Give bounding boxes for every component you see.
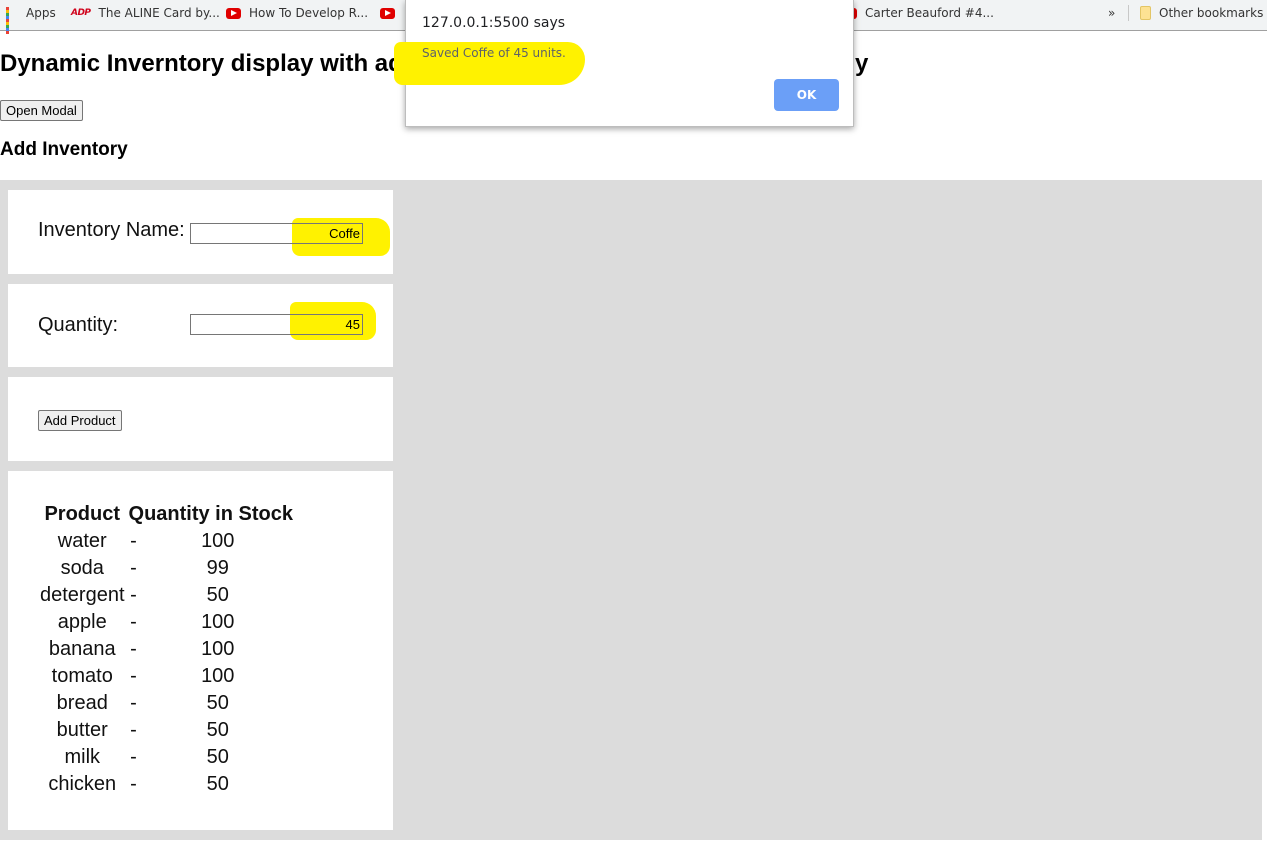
product-cell: tomato (51, 665, 113, 687)
inventory-table: Product Quantity in Stock water - 100 soda -… (38, 501, 295, 798)
separator-cell: - (130, 638, 137, 660)
add-product-button[interactable]: Add Product (38, 410, 122, 431)
bookmark-carter-beauford[interactable]: Carter Beauford #4... (842, 0, 994, 26)
add-inventory-heading: Add Inventory (0, 139, 128, 160)
table-row: detergent - 50 (38, 582, 295, 609)
bookmarks-divider (1128, 5, 1129, 21)
bookmarks-overflow-button[interactable]: » (1108, 0, 1115, 26)
quantity-cell: 100 (201, 665, 235, 687)
apps-grid-icon (6, 7, 18, 34)
bookmark-how-to-develop[interactable]: How To Develop R... (226, 0, 368, 26)
inventory-table-body: water -100 soda -99 detergent -50 apple -100 ban… (38, 528, 295, 798)
header-product: Product (44, 503, 121, 525)
youtube-icon (226, 7, 241, 19)
table-row: soda - 99 (38, 555, 295, 582)
quantity-cell: 50 (206, 719, 229, 741)
bookmark-apps[interactable]: Apps (6, 0, 56, 34)
bookmark-label: Other bookmarks (1159, 6, 1264, 20)
alert-dialog: 127.0.0.1:5500 says Saved Coffe of 45 un… (394, 0, 854, 127)
alert-title: 127.0.0.1:5500 says (422, 15, 566, 31)
quantity-cell: 50 (206, 746, 229, 768)
table-row: banana - 100 (38, 636, 295, 663)
product-cell: soda (60, 557, 104, 579)
page-title-visible: Dynamic Inverntory display with add (0, 50, 418, 77)
bookmark-aline-card[interactable]: ADP The ALINE Card by... (71, 0, 220, 26)
folder-icon (1140, 6, 1151, 20)
product-cell: butter (56, 719, 108, 741)
page-title-tail: y (855, 50, 869, 77)
table-row: water - 100 (38, 528, 295, 555)
product-cell: banana (48, 638, 116, 660)
youtube-icon (380, 7, 395, 19)
page-title: Dynamic Inverntory display with add y (0, 50, 868, 78)
quantity-cell: 50 (206, 584, 229, 606)
separator-cell: - (130, 665, 137, 687)
open-modal-button[interactable]: Open Modal (0, 100, 83, 121)
quantity-cell: 50 (206, 773, 229, 795)
product-cell: milk (64, 746, 101, 768)
header-quantity: Quantity in Stock (128, 503, 293, 525)
bookmark-youtube-hidden[interactable] (380, 0, 403, 26)
product-cell: apple (57, 611, 107, 633)
quantity-cell: 100 (201, 611, 235, 633)
separator-cell: - (130, 719, 137, 741)
quantity-panel: Quantity: (8, 284, 393, 367)
adp-logo-icon: ADP (71, 8, 91, 18)
quantity-cell: 100 (201, 530, 235, 552)
separator-cell: - (130, 773, 137, 795)
bookmark-apps-label: Apps (26, 6, 56, 20)
inventory-table-header: Product Quantity in Stock (38, 501, 295, 528)
product-cell: water (57, 530, 107, 552)
alert-message: Saved Coffe of 45 units. (422, 46, 566, 60)
quantity-cell: 100 (201, 638, 235, 660)
add-product-panel: Add Product (8, 377, 393, 461)
separator-cell: - (130, 530, 137, 552)
bookmark-label: How To Develop R... (249, 6, 369, 20)
table-row: apple - 100 (38, 609, 295, 636)
chevron-double-right-icon: » (1108, 6, 1116, 20)
table-row: milk - 50 (38, 744, 295, 771)
product-cell: chicken (48, 773, 117, 795)
quantity-label: Quantity: (38, 314, 119, 336)
separator-cell: - (130, 584, 137, 606)
table-row: chicken - 50 (38, 771, 295, 798)
inventory-name-input[interactable] (190, 223, 363, 244)
bookmark-label: Carter Beauford #4... (865, 6, 994, 20)
table-row: tomato - 100 (38, 663, 295, 690)
quantity-cell: 50 (206, 692, 229, 714)
inventory-name-label: Inventory Name: (38, 219, 185, 241)
bookmark-other-bookmarks[interactable]: Other bookmarks (1140, 0, 1263, 26)
product-cell: bread (56, 692, 108, 714)
table-row: bread - 50 (38, 690, 295, 717)
inventory-container: Inventory Name: Quantity: Add Product Pr… (0, 180, 1262, 840)
separator-cell: - (130, 692, 137, 714)
quantity-cell: 99 (206, 557, 229, 579)
product-cell: detergent (40, 584, 125, 606)
separator-cell: - (130, 611, 137, 633)
quantity-input[interactable] (190, 314, 363, 335)
inventory-name-panel: Inventory Name: (8, 190, 393, 274)
bookmark-label: The ALINE Card by... (98, 6, 220, 20)
table-row: butter - 50 (38, 717, 295, 744)
separator-cell: - (130, 557, 137, 579)
ok-button[interactable]: OK (774, 79, 839, 111)
inventory-table-panel: Product Quantity in Stock water - 100 soda -… (8, 471, 393, 830)
separator-cell: - (130, 746, 137, 768)
